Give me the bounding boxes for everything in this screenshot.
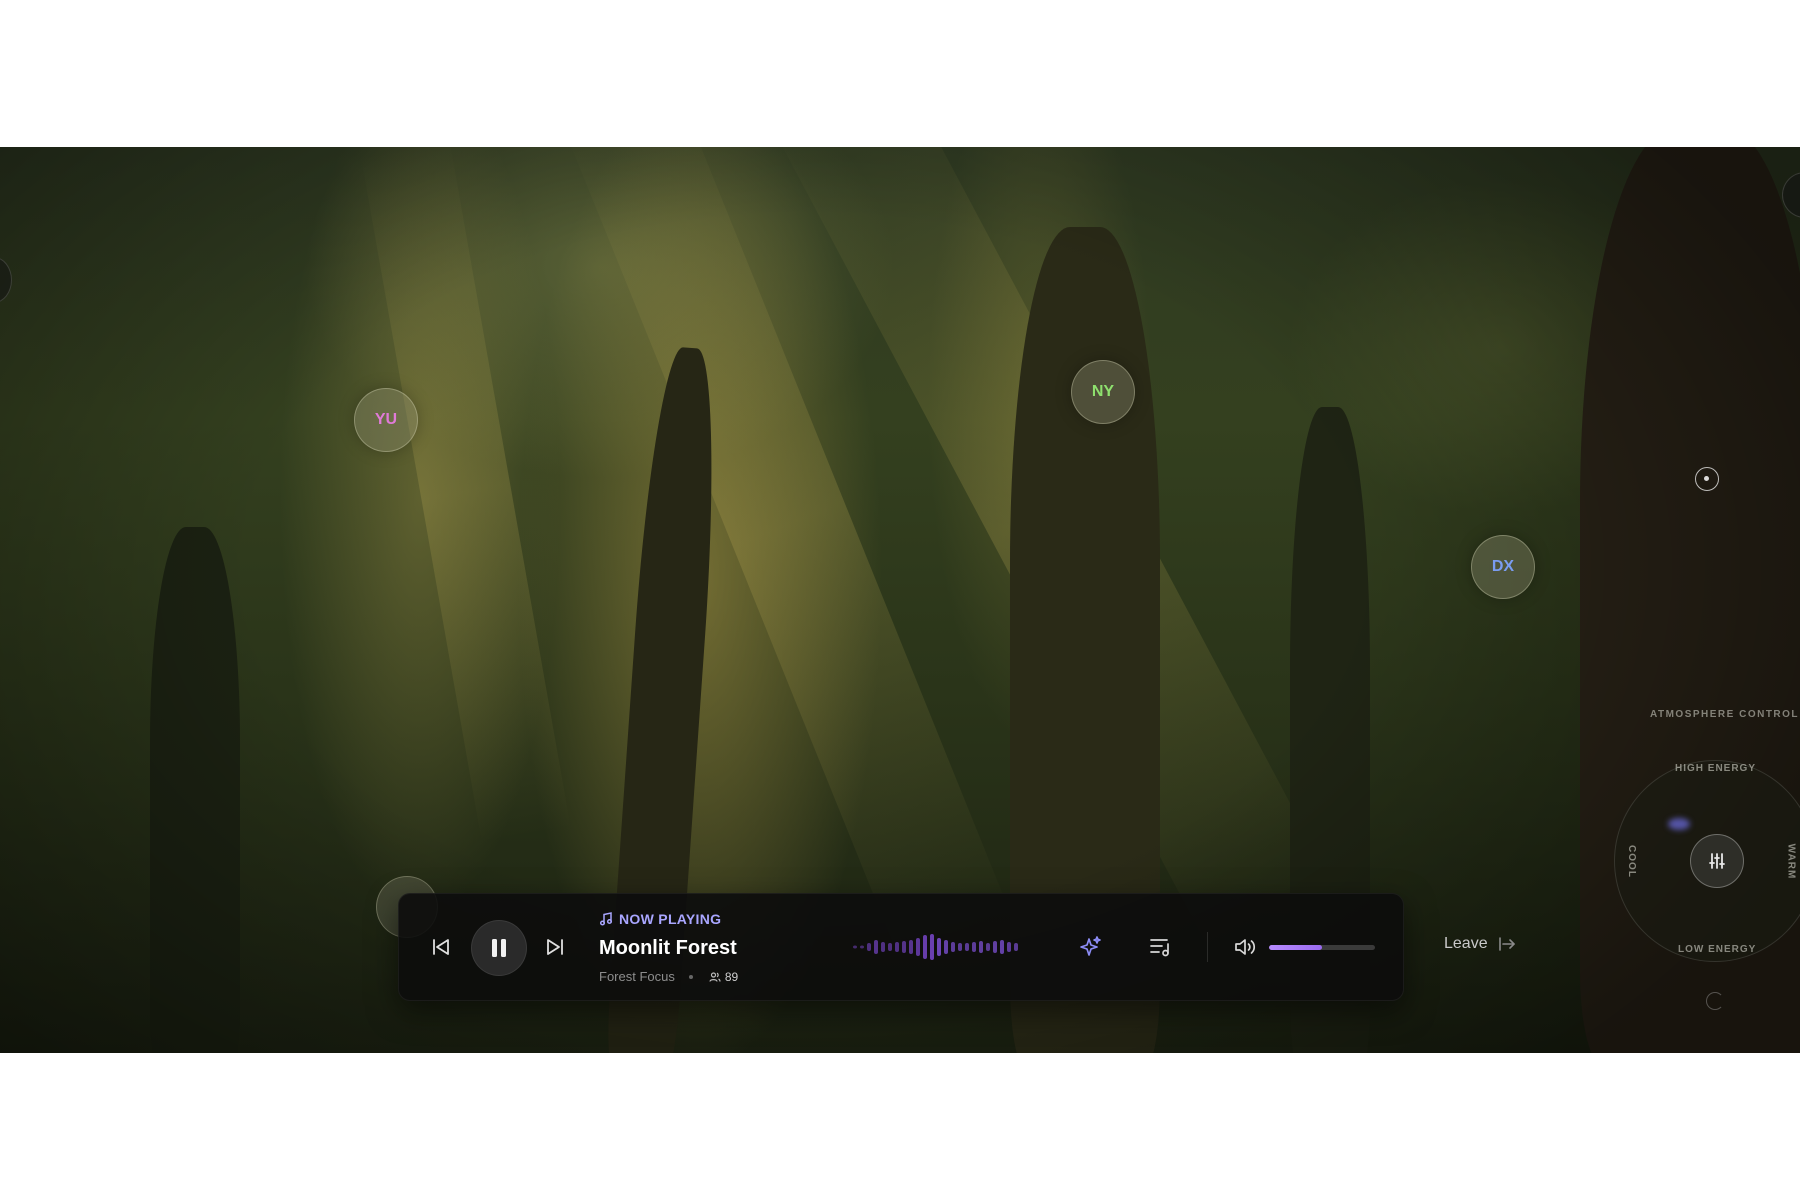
- ai-sparkle-button[interactable]: [1079, 935, 1103, 959]
- waveform-bar: [1007, 942, 1011, 952]
- participant-avatar-dx[interactable]: DX: [1471, 535, 1535, 599]
- previous-button[interactable]: [429, 935, 453, 959]
- waveform-bar: [965, 943, 969, 951]
- waveform-bar: [923, 935, 927, 959]
- volume-slider-fill: [1269, 945, 1322, 950]
- skip-forward-icon: [547, 939, 563, 955]
- sparkle-icon: [1080, 936, 1101, 956]
- track-subtitle: Forest Focus 89: [599, 969, 738, 984]
- waveform-bar: [937, 938, 941, 956]
- users-icon: [709, 971, 721, 982]
- divider: [1207, 932, 1208, 962]
- waveform-bar: [930, 934, 934, 960]
- separator-dot: [688, 974, 693, 979]
- waveform-bar: [958, 943, 962, 951]
- reset-icon[interactable]: [1706, 992, 1724, 1010]
- participant-avatar-yu[interactable]: YU: [354, 388, 418, 452]
- waveform-bar: [853, 945, 857, 949]
- waveform-bar: [979, 941, 983, 953]
- volume-button[interactable]: [1233, 935, 1257, 959]
- avatar-initials: YU: [374, 411, 398, 428]
- warm-label: WARM: [1785, 843, 1797, 880]
- playlist-icon: [1150, 939, 1169, 957]
- listener-count-value: 89: [724, 969, 739, 984]
- waveform-bar: [1000, 940, 1004, 954]
- leave-button[interactable]: Leave: [1444, 935, 1516, 953]
- track-title: Moonlit Forest: [599, 937, 737, 959]
- avatar-initials: DX: [1491, 558, 1515, 575]
- waveform-visualizer: [853, 934, 1018, 960]
- waveform-bar: [909, 940, 913, 954]
- target-pin-icon[interactable]: [1695, 467, 1719, 491]
- listener-count: 89: [709, 970, 738, 984]
- participant-avatar-ny[interactable]: NY: [1071, 360, 1135, 424]
- atmosphere-control-title: ATMOSPHERE CONTROL: [1650, 709, 1800, 720]
- music-note-icon: [599, 912, 613, 926]
- sliders-icon: [1709, 853, 1725, 869]
- room-name: Forest Focus: [599, 969, 675, 984]
- queue-button[interactable]: [1149, 935, 1173, 959]
- waveform-bar: [867, 943, 871, 951]
- next-button[interactable]: [543, 935, 567, 959]
- atmosphere-position-dot: [1668, 818, 1690, 830]
- pause-icon: [492, 939, 506, 957]
- waveform-bar: [993, 941, 997, 953]
- exit-icon: [1498, 937, 1515, 951]
- waveform-bar: [951, 942, 955, 952]
- atmosphere-knob[interactable]: [1690, 834, 1744, 888]
- waveform-bar: [874, 940, 878, 954]
- waveform-bar: [902, 941, 906, 953]
- waveform-bar: [860, 945, 864, 949]
- waveform-bar: [895, 942, 899, 952]
- waveform-bar: [916, 938, 920, 956]
- volume-icon: [1235, 939, 1256, 955]
- now-playing-text: NOW PLAYING: [619, 911, 722, 927]
- player-bar: NOW PLAYING Moonlit Forest Forest Focus …: [398, 893, 1404, 1001]
- pause-button[interactable]: [471, 920, 527, 976]
- waveform-bar: [888, 943, 892, 951]
- avatar-initials: NY: [1091, 383, 1115, 400]
- waveform-bar: [881, 942, 885, 952]
- cool-label: COOL: [1625, 845, 1637, 878]
- waveform-bar: [986, 943, 990, 951]
- high-energy-label: HIGH ENERGY: [1675, 763, 1757, 774]
- waveform-bar: [972, 942, 976, 952]
- waveform-bar: [1014, 943, 1018, 951]
- skip-back-icon: [433, 939, 449, 955]
- leave-label: Leave: [1444, 935, 1488, 952]
- waveform-bar: [944, 940, 948, 954]
- volume-slider[interactable]: [1269, 945, 1375, 950]
- now-playing-label: NOW PLAYING: [599, 911, 721, 927]
- low-energy-label: LOW ENERGY: [1678, 944, 1757, 955]
